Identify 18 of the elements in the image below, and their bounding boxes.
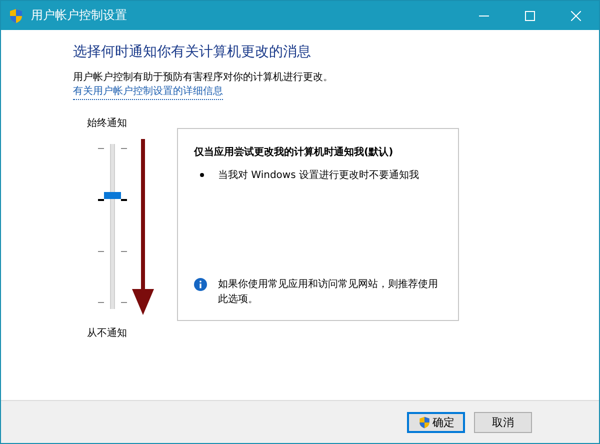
ok-button[interactable]: 确定 — [407, 412, 465, 432]
slider-label: 始终通知 — [87, 116, 128, 130]
note-text: 如果你使用常见应用和访问常见网站，则推荐使用此选项。 — [218, 278, 438, 307]
description: 用户帐户控制有助于预防有害程序对你的计算机进行更改。 — [73, 71, 333, 85]
details-link[interactable]: 有关用户帐户控制设置的详细信息 — [73, 85, 223, 100]
slider-thumb[interactable] — [104, 192, 121, 200]
window-title: 用户帐户控制设置 — [31, 7, 127, 24]
shield-icon — [8, 8, 24, 24]
close-icon[interactable] — [571, 10, 581, 20]
info-icon — [194, 278, 207, 291]
heading: 选择何时通知你有关计算机更改的消息 — [73, 43, 311, 61]
bullet-text: 当我对 Windows 设置进行更改时不要通知我 — [218, 168, 419, 182]
slider-label: 从不通知 — [87, 326, 128, 340]
panel-title: 仅当应用尝试更改我的计算机时通知我(默认) — [194, 147, 394, 158]
maximize-icon[interactable] — [525, 10, 535, 20]
bullet-icon — [200, 173, 204, 177]
down-arrow-icon — [131, 139, 155, 315]
cancel-button[interactable]: 取消 — [474, 412, 532, 432]
